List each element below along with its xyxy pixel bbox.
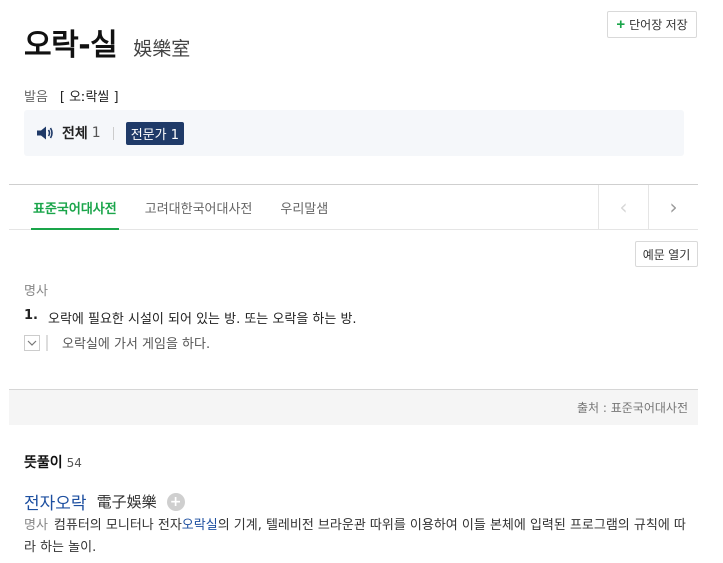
example-divider bbox=[46, 334, 48, 351]
source-bar: 출처 : 표준국어대사전 bbox=[9, 389, 698, 425]
chevron-right-icon[interactable]: › bbox=[648, 185, 698, 229]
related-pos: 명사 bbox=[24, 518, 48, 533]
related-word-link[interactable]: 전자오락 bbox=[24, 489, 87, 514]
audio-all-label[interactable]: 전체 bbox=[62, 123, 88, 143]
title-hanja: 娛樂室 bbox=[133, 38, 191, 60]
related-word-hanja: 電子娛樂 bbox=[96, 493, 157, 511]
save-to-wordbook-label: 단어장 저장 bbox=[629, 18, 688, 32]
tab-standard-dictionary[interactable]: 표준국어대사전 bbox=[19, 185, 131, 230]
part-of-speech: 명사 bbox=[24, 284, 48, 299]
chevron-left-icon[interactable]: ‹ bbox=[598, 185, 648, 229]
tab-nav-arrows: ‹ › bbox=[598, 185, 698, 229]
definition-text: 오락에 필요한 시설이 되어 있는 방. 또는 오락을 하는 방. bbox=[47, 312, 357, 327]
pronunciation-label: 발음 bbox=[24, 90, 48, 105]
save-to-wordbook-button[interactable]: + 단어장 저장 bbox=[607, 11, 697, 38]
add-icon[interactable]: + bbox=[166, 492, 185, 511]
meanings-title: 뜻풀이 bbox=[24, 455, 63, 471]
example-row: 오락실에 가서 게임을 하다. bbox=[24, 333, 210, 352]
pronunciation-row: 발음 [ 오ː락씰 ] bbox=[24, 86, 119, 105]
dictionary-tabs: 표준국어대사전 고려대한국어대사전 우리말샘 ‹ › bbox=[9, 184, 698, 230]
speaker-icon[interactable] bbox=[36, 126, 54, 140]
page-title: 오락-실 bbox=[24, 28, 118, 63]
open-examples-button[interactable]: 예문 열기 bbox=[635, 241, 698, 267]
expert-audio-chip[interactable]: 전문가 1 bbox=[125, 121, 184, 145]
tab-urimalsaem[interactable]: 우리말샘 bbox=[266, 185, 342, 229]
meanings-count: 54 bbox=[66, 456, 82, 470]
audio-panel: 전체 1 전문가 1 bbox=[24, 110, 684, 156]
audio-all-count: 1 bbox=[91, 125, 101, 141]
definition-item: 1. 오락에 필요한 시설이 되어 있는 방. 또는 오락을 하는 방. bbox=[24, 308, 357, 327]
related-def-highlight: 오락실 bbox=[181, 518, 218, 533]
source-text: 출처 : 표준국어대사전 bbox=[576, 401, 688, 415]
related-def-part1: 컴퓨터의 모니터나 전자 bbox=[53, 518, 182, 533]
related-entry-row: 전자오락 電子娛樂 + bbox=[24, 489, 185, 514]
entry-title-row: 오락-실 娛樂室 bbox=[24, 20, 190, 64]
example-text: 오락실에 가서 게임을 하다. bbox=[62, 337, 211, 352]
definition-number: 1. bbox=[24, 308, 38, 323]
tab-korea-university-dictionary[interactable]: 고려대한국어대사전 bbox=[131, 185, 267, 229]
divider bbox=[112, 126, 114, 140]
plus-icon: + bbox=[616, 16, 626, 33]
pronunciation-value: [ 오ː락씰 ] bbox=[59, 90, 119, 105]
related-definition: 명사 컴퓨터의 모니터나 전자오락실의 기계, 텔레비전 브라운관 따위를 이용하… bbox=[24, 515, 694, 559]
meanings-header: 뜻풀이 54 bbox=[24, 452, 82, 472]
chevron-down-icon[interactable] bbox=[24, 334, 40, 351]
